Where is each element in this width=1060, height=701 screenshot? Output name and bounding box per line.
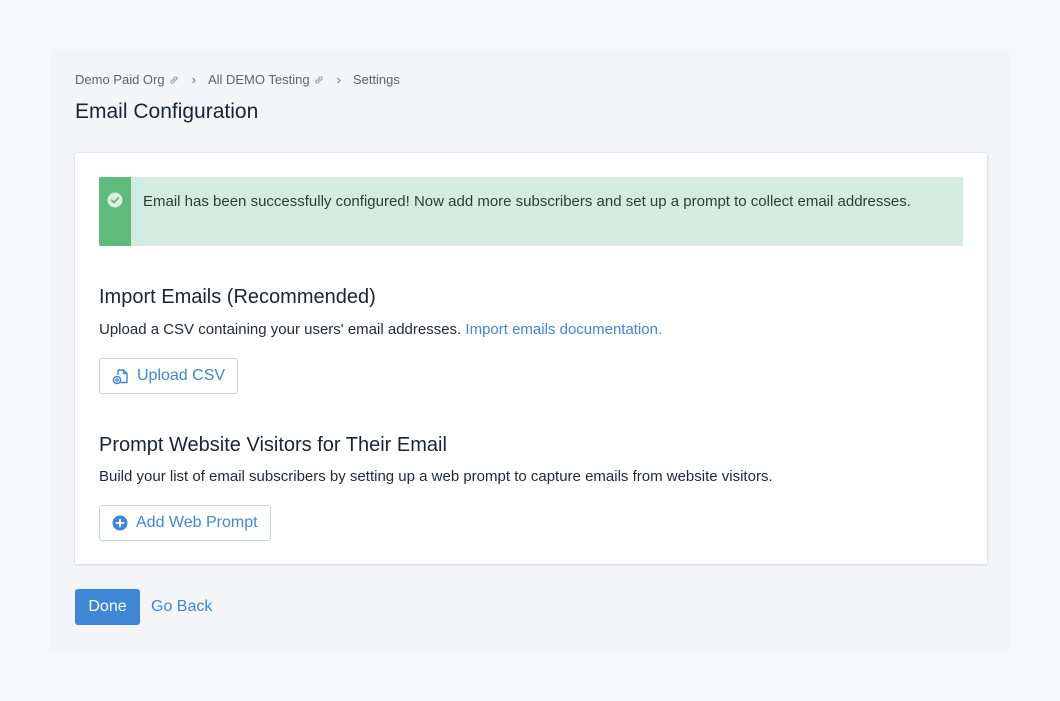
- settings-card: Email has been successfully configured! …: [75, 153, 987, 564]
- link-icon: [314, 75, 324, 85]
- upload-csv-label: Upload CSV: [137, 367, 226, 384]
- breadcrumb-item-settings: Settings: [353, 72, 400, 87]
- success-alert: Email has been successfully configured! …: [99, 177, 963, 246]
- import-section-title: Import Emails (Recommended): [99, 286, 376, 308]
- import-section-description: Upload a CSV containing your users' emai…: [99, 321, 662, 338]
- alert-icon-bar: [99, 177, 131, 246]
- import-description-text: Upload a CSV containing your users' emai…: [99, 321, 462, 338]
- footer-actions: Done Go Back: [75, 589, 212, 625]
- page-container: Demo Paid Org › All DEMO Testing › Setti…: [51, 50, 1010, 651]
- page-title: Email Configuration: [75, 100, 259, 123]
- prompt-section-title: Prompt Website Visitors for Their Email: [99, 434, 447, 456]
- file-upload-icon: [112, 368, 129, 385]
- go-back-link[interactable]: Go Back: [151, 598, 212, 616]
- alert-message: Email has been successfully configured! …: [143, 193, 911, 210]
- breadcrumb-settings-label: Settings: [352, 72, 400, 87]
- breadcrumb-separator: ›: [336, 72, 341, 87]
- breadcrumb-item-org[interactable]: Demo Paid Org: [75, 72, 179, 87]
- breadcrumb-app-label[interactable]: All DEMO Testing: [208, 72, 310, 87]
- add-web-prompt-label: Add Web Prompt: [136, 514, 258, 531]
- breadcrumb-separator: ›: [191, 72, 196, 87]
- breadcrumb-item-app[interactable]: All DEMO Testing: [208, 72, 324, 87]
- plus-circle-icon: [112, 515, 128, 531]
- link-icon: [169, 75, 179, 85]
- check-circle-icon: [107, 192, 123, 246]
- prompt-section-description: Build your list of email subscribers by …: [99, 468, 773, 485]
- add-web-prompt-button[interactable]: Add Web Prompt: [99, 505, 271, 541]
- upload-csv-button[interactable]: Upload CSV: [99, 358, 239, 394]
- breadcrumb-org-label[interactable]: Demo Paid Org: [75, 72, 165, 87]
- done-button[interactable]: Done: [75, 589, 140, 625]
- import-docs-link[interactable]: Import emails documentation.: [465, 321, 662, 338]
- breadcrumb: Demo Paid Org › All DEMO Testing › Setti…: [75, 72, 400, 87]
